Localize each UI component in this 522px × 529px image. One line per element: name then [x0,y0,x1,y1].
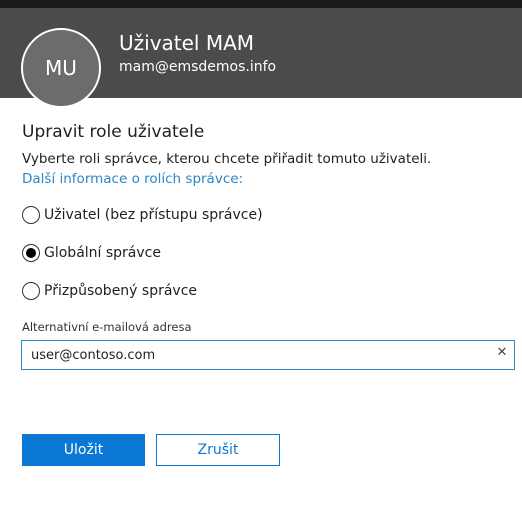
role-option-label: Globální správce [44,245,161,261]
avatar: MU [21,28,101,108]
more-info-link[interactable]: Další informace o rolích správce: [22,171,243,187]
user-email: mam@emsdemos.info [119,59,277,75]
radio-custom-admin[interactable] [22,282,40,300]
section-title: Upravit role uživatele [22,122,205,142]
save-button[interactable]: Uložit [22,434,145,466]
role-option-custom-admin[interactable]: Přizpůsobený správce [22,280,197,302]
role-option-global-admin[interactable]: Globální správce [22,242,161,264]
close-icon[interactable]: ✕ [495,345,509,361]
avatar-initials: MU [45,56,77,80]
top-bar [0,0,522,8]
radio-global-admin[interactable] [22,244,40,262]
radio-user[interactable] [22,206,40,224]
user-name: Uživatel MAM [119,31,255,55]
role-option-label: Přizpůsobený správce [44,283,198,299]
cancel-button-label: Zrušit [197,442,239,458]
role-option-label: Uživatel (bez přístupu správce) [44,207,263,223]
alt-email-input[interactable] [21,340,515,370]
save-button-label: Uložit [63,442,104,458]
cancel-button[interactable]: Zrušit [156,434,280,466]
section-description: Vyberte roli správce, kterou chcete přiř… [22,151,432,167]
role-option-user[interactable]: Uživatel (bez přístupu správce) [22,204,263,226]
alt-email-label: Alternativní e-mailová adresa [22,320,192,334]
